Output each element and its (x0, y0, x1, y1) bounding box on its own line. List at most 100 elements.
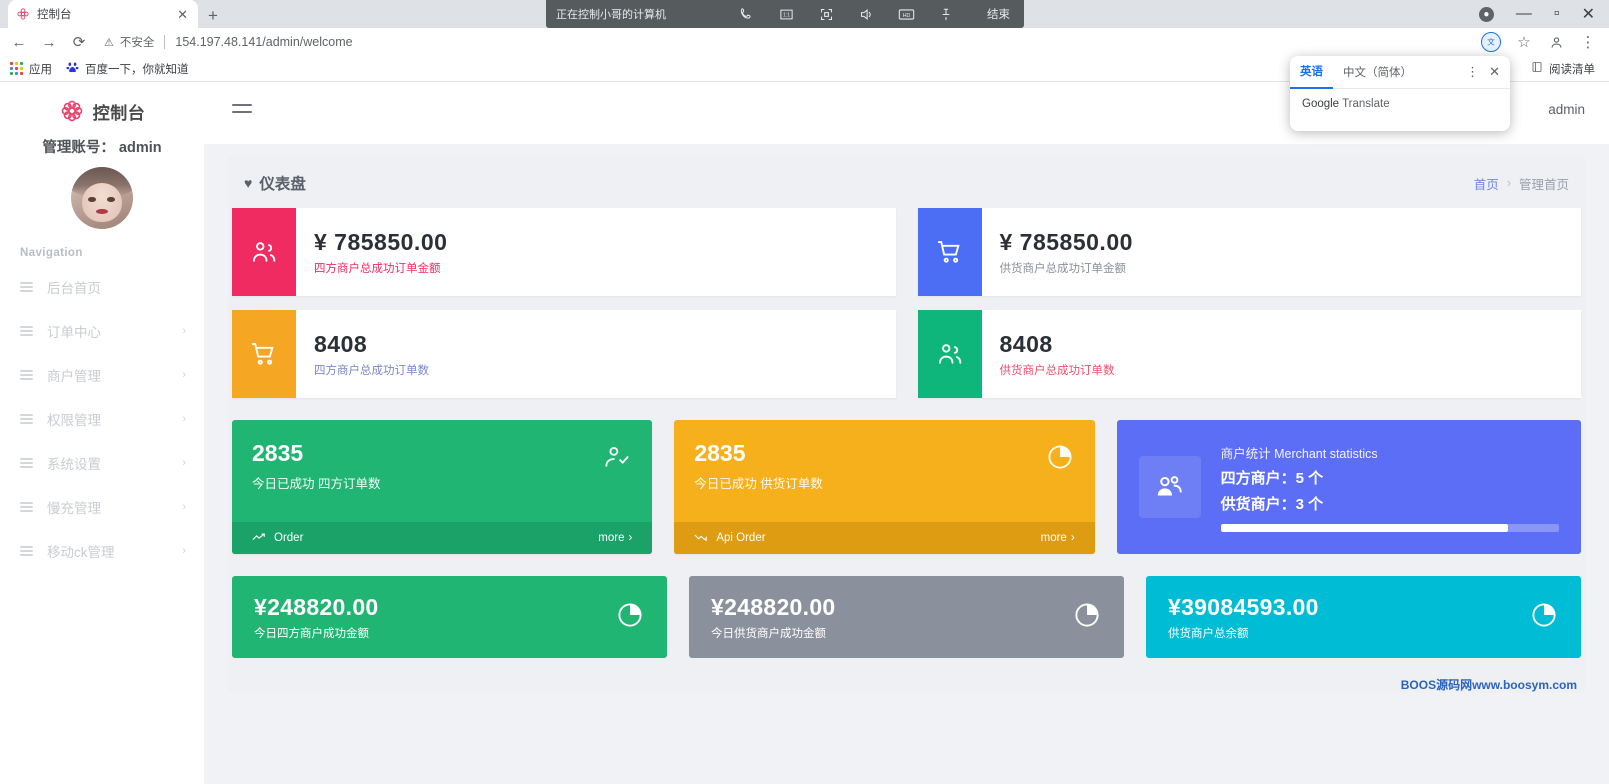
sidebar-item-merchants[interactable]: 商户管理 › (0, 353, 204, 397)
list-icon (20, 282, 33, 292)
bookmark-baidu[interactable]: 百度一下，你就知道 (66, 61, 189, 77)
stat-card-supplier-total-amount[interactable]: ¥ 785850.00 供货商户总成功订单金额 (918, 208, 1582, 296)
tile-today-merchant-orders[interactable]: 2835 今日已成功 四方订单数 (232, 420, 652, 554)
money-tile-body: ¥248820.00 今日供货商户成功金额 (711, 594, 1072, 641)
address-bar[interactable]: ⚠ 不安全 154.197.48.141/admin/welcome (104, 31, 1469, 53)
reload-icon[interactable]: ⟳ (70, 33, 88, 51)
tab-english[interactable]: 英语 (1290, 56, 1333, 89)
stat-card-supplier-order-count[interactable]: 8408 供货商户总成功订单数 (918, 310, 1582, 398)
sidebar-item-mobile-ck[interactable]: 移动ck管理 › (0, 529, 204, 573)
pie-chart-icon (615, 600, 645, 635)
apps-grid-icon (10, 62, 23, 75)
browser-tab[interactable]: 控制台 ✕ (8, 0, 198, 28)
hd-icon[interactable]: HD (896, 4, 916, 24)
record-indicator-icon: ● (1479, 7, 1494, 22)
tab-strip: 控制台 ✕ + 正在控制小哥的计算机 1:1 (0, 0, 1609, 28)
pin-icon[interactable] (936, 4, 956, 24)
pie-chart-icon (1045, 442, 1075, 477)
warning-triangle-icon: ⚠ (104, 36, 114, 49)
translate-brand: Google (1302, 98, 1339, 110)
merchant-stats-progress (1221, 524, 1559, 532)
window-close-button[interactable]: ✕ (1582, 4, 1595, 24)
new-tab-button[interactable]: + (208, 7, 218, 24)
money-tile-supplier-balance[interactable]: ¥39084593.00 供货商户总余额 (1146, 576, 1581, 658)
tile-footer[interactable]: Api Order more › (674, 522, 1094, 554)
sidebar-brand[interactable]: 控制台 (0, 82, 204, 124)
site-watermark: BOOS源码网www.boosym.com (228, 658, 1585, 693)
translate-actions: ⋮ ✕ (1466, 64, 1510, 80)
window-controls: ● — ▫ ✕ (1479, 0, 1609, 28)
tab-title: 控制台 (37, 6, 168, 22)
translate-more-icon[interactable]: ⋮ (1466, 64, 1479, 80)
chevron-right-icon: › (182, 457, 186, 469)
remote-end-button[interactable]: 结束 (987, 6, 1024, 22)
browser-window: 控制台 ✕ + 正在控制小哥的计算机 1:1 (0, 0, 1609, 784)
money-tile-label: 今日供货商户成功金额 (711, 625, 1072, 641)
back-icon[interactable]: ← (10, 33, 28, 51)
bookmark-apps[interactable]: 应用 (10, 61, 52, 77)
money-tile-today-merchant-amount[interactable]: ¥248820.00 今日四方商户成功金额 (232, 576, 667, 658)
fullscreen-icon[interactable] (816, 4, 836, 24)
trend-down-icon (694, 532, 708, 545)
stat-value: 8408 (1000, 331, 1582, 358)
omnibox-divider (164, 35, 165, 49)
security-status-label: 不安全 (120, 34, 155, 50)
sidebar-item-dashboard[interactable]: 后台首页 (0, 265, 204, 309)
window-maximize-button[interactable]: ▫ (1554, 5, 1560, 23)
volume-icon[interactable] (856, 4, 876, 24)
window-minimize-button[interactable]: — (1516, 5, 1532, 23)
tile-top: 2835 今日已成功 四方订单数 (232, 420, 652, 522)
tab-chinese-simplified[interactable]: 中文（简体） (1333, 56, 1422, 89)
remote-control-icons: 1:1 HD (736, 4, 987, 24)
sidebar-toggle-icon[interactable] (232, 104, 252, 113)
users-icon (918, 310, 982, 398)
tile-label: 今日已成功 四方订单数 (252, 473, 602, 492)
phone-icon[interactable] (736, 4, 756, 24)
sidebar-item-slow-charge[interactable]: 慢充管理 › (0, 485, 204, 529)
sidebar-brand-label: 控制台 (93, 99, 146, 124)
forward-icon[interactable]: → (40, 33, 58, 51)
bookmark-star-icon[interactable]: ☆ (1515, 33, 1533, 51)
stat-card-merchant-total-amount[interactable]: ¥ 785850.00 四方商户总成功订单金额 (232, 208, 896, 296)
tile-more-label: more (598, 532, 624, 544)
list-icon (20, 458, 33, 468)
sidebar-item-permissions[interactable]: 权限管理 › (0, 397, 204, 441)
sidebar-item-orders[interactable]: 订单中心 › (0, 309, 204, 353)
close-icon[interactable]: ✕ (1489, 64, 1500, 80)
stat-label: 供货商户总成功订单数 (1000, 362, 1582, 378)
breadcrumb-current: 管理首页 (1519, 174, 1569, 193)
tile-texts: 2835 今日已成功 供货订单数 (694, 442, 1044, 492)
tile-more-link[interactable]: more › (598, 532, 632, 544)
money-tile-today-supplier-amount[interactable]: ¥248820.00 今日供货商户成功金额 (689, 576, 1124, 658)
reading-list-button[interactable]: 阅读清单 (1531, 61, 1599, 77)
stat-card-merchant-order-count[interactable]: 8408 四方商户总成功订单数 (232, 310, 896, 398)
breadcrumb-home[interactable]: 首页 (1474, 174, 1499, 193)
svg-text:文: 文 (1487, 37, 1495, 47)
avatar (71, 167, 133, 229)
sidebar: 控制台 管理账号： admin Navigation 后台首页 (0, 82, 204, 784)
sidebar-item-label: 商户管理 (47, 365, 168, 385)
tile-footer-label: Api Order (716, 532, 765, 544)
stat-body: 8408 供货商户总成功订单数 (982, 310, 1582, 398)
tile-merchant-statistics[interactable]: 商户统计 Merchant statistics 四方商户：5 个 供货商户：3… (1117, 420, 1581, 554)
money-tile-label: 供货商户总余额 (1168, 625, 1529, 641)
tile-footer[interactable]: Order more › (232, 522, 652, 554)
topbar-username[interactable]: admin (1548, 102, 1585, 117)
pie-chart-icon (1072, 600, 1102, 635)
tab-close-icon[interactable]: ✕ (175, 8, 190, 21)
sidebar-item-settings[interactable]: 系统设置 › (0, 441, 204, 485)
browser-menu-icon[interactable]: ⋮ (1579, 33, 1597, 51)
trend-up-icon (252, 532, 266, 545)
tile-today-supplier-orders[interactable]: 2835 今日已成功 供货订单数 (674, 420, 1094, 554)
sidebar-item-label: 权限管理 (47, 409, 168, 429)
profile-avatar-icon[interactable] (1547, 33, 1565, 51)
merchant-stats-line-1: 四方商户：5 个 (1221, 467, 1559, 488)
stat-body: ¥ 785850.00 供货商户总成功订单金额 (982, 208, 1582, 296)
tile-more-link[interactable]: more › (1041, 532, 1075, 544)
tile-footer-left: Order (252, 532, 303, 545)
one-to-one-icon[interactable]: 1:1 (776, 4, 796, 24)
translate-icon[interactable]: 文 (1481, 32, 1501, 52)
chevron-right-icon: › (182, 369, 186, 381)
flower-logo-icon (59, 98, 85, 124)
tile-row: 2835 今日已成功 四方订单数 (228, 420, 1585, 554)
